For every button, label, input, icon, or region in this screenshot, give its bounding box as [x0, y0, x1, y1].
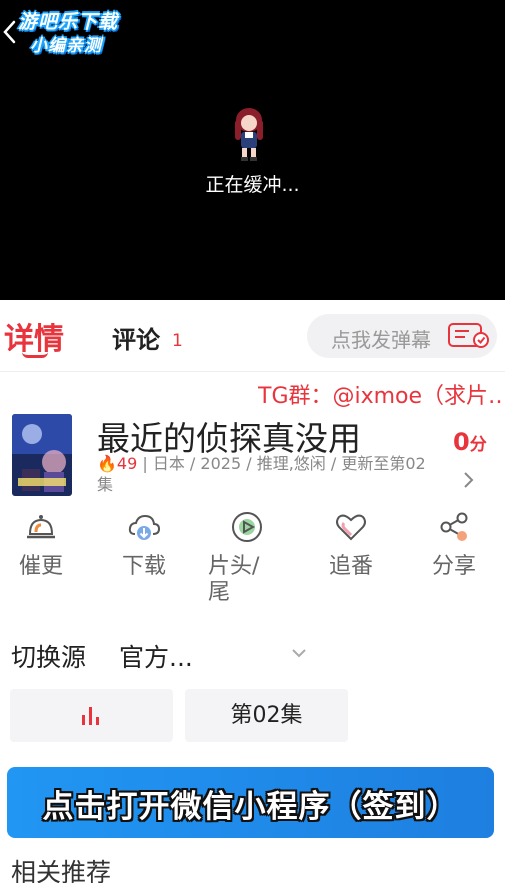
announcement-marquee: TG群：@ixmoe（求片…: [258, 384, 505, 409]
fire-icon: 🔥: [97, 454, 117, 473]
loading-mascot-icon: [235, 108, 263, 161]
share-icon: [440, 512, 468, 541]
comments-count-badge: 1: [172, 331, 183, 351]
danmaku-placeholder: 点我发弹幕: [331, 328, 431, 352]
score-unit: 分: [469, 435, 487, 455]
watermark-logo: 游吧乐下载 小编亲测: [18, 11, 119, 56]
action-urge-update[interactable]: 催更: [1, 510, 81, 580]
action-follow[interactable]: 追番: [311, 510, 391, 580]
chevron-down-icon[interactable]: [290, 646, 308, 660]
action-bar: 催更 下载 片头/尾 追番 分享: [0, 510, 505, 620]
cover-image[interactable]: [12, 414, 72, 496]
danmaku-icon: [448, 323, 489, 348]
play-circle-icon: [232, 512, 262, 542]
score: 0分: [453, 428, 487, 456]
banner-text: 点击打开微信小程序（签到）: [42, 789, 459, 825]
cloud-download-icon: [128, 514, 161, 540]
playing-bars-icon: [82, 707, 99, 725]
video-player[interactable]: 游吧乐下载 小编亲测 正在缓冲...: [0, 0, 505, 300]
chevron-right-icon[interactable]: [462, 470, 476, 490]
tab-active-indicator: [22, 352, 48, 358]
wechat-miniprogram-banner[interactable]: 点击打开微信小程序（签到）: [7, 767, 494, 838]
anime-meta: 🔥49 | 日本 / 2025 / 推理,悠闲 / 更新至第02集: [97, 453, 427, 495]
action-skip-intro-outro[interactable]: 片头/尾: [208, 510, 288, 606]
bell-icon: [27, 515, 55, 539]
source-switch-label: 切换源: [11, 643, 87, 672]
score-value: 0: [453, 428, 470, 456]
episode-playing-button[interactable]: [10, 689, 173, 742]
tab-comments[interactable]: 评论: [112, 320, 160, 355]
episode-button[interactable]: 第02集: [185, 689, 348, 742]
danmaku-input-button[interactable]: 点我发弹幕: [307, 314, 497, 358]
back-icon[interactable]: [2, 18, 18, 46]
action-share[interactable]: 分享: [414, 510, 494, 580]
related-heading: 相关推荐: [11, 858, 112, 883]
heart-icon: [336, 514, 366, 541]
meta-text: | 日本 / 2025 / 推理,悠闲 / 更新至第02集: [97, 454, 426, 494]
source-select[interactable]: 官方...: [119, 638, 193, 674]
action-download[interactable]: 下载: [104, 510, 184, 580]
heat-count: 49: [116, 454, 138, 473]
buffering-status: 正在缓冲...: [205, 174, 300, 196]
tab-bar: 详情 评论 1 点我发弹幕: [0, 300, 505, 372]
